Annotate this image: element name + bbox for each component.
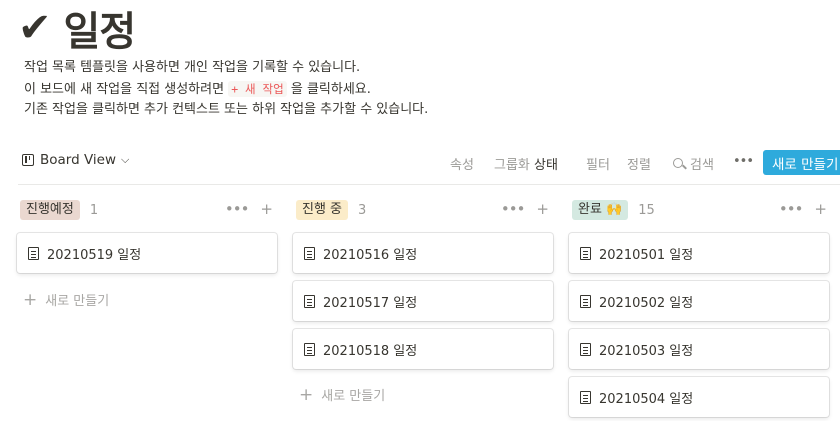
board-card[interactable]: 20210516 일정 bbox=[293, 233, 553, 273]
toolbar-divider bbox=[18, 184, 840, 185]
board-card[interactable]: 20210519 일정 bbox=[17, 233, 277, 273]
board-toolbar: Board View ⌵ 속성 그룹화 상태 필터 정렬 검색 ••• 새로 만… bbox=[0, 150, 840, 176]
search-button[interactable]: 검색 bbox=[673, 154, 714, 173]
card-title: 20210517 일정 bbox=[323, 295, 418, 311]
inline-code: + 새 작업 bbox=[228, 80, 287, 97]
column-count: 15 bbox=[638, 202, 655, 218]
more-options-icon[interactable]: ••• bbox=[501, 200, 526, 218]
column-header: 진행예정 1 ••• + bbox=[17, 196, 279, 224]
add-icon[interactable]: + bbox=[814, 200, 827, 218]
status-tag[interactable]: 진행예정 bbox=[20, 200, 80, 220]
board-icon bbox=[22, 154, 34, 166]
description-line-2: 이 보드에 새 작업을 직접 생성하려면 + 새 작업 을 클릭하세요. bbox=[24, 79, 428, 101]
status-tag[interactable]: 완료 🙌 bbox=[572, 200, 629, 220]
page-icon bbox=[304, 342, 315, 356]
board-column-done: 완료 🙌 15 ••• + 20210501 일정 20210502 일정 20… bbox=[569, 196, 831, 417]
view-selector[interactable]: Board View ⌵ bbox=[22, 152, 129, 168]
card-title: 20210502 일정 bbox=[599, 295, 694, 311]
card-title: 20210501 일정 bbox=[599, 247, 694, 263]
page-title: ✔ 일정 bbox=[18, 0, 137, 57]
add-new-label: 새로 만들기 bbox=[321, 389, 386, 404]
column-header: 진행 중 3 ••• + bbox=[293, 196, 555, 224]
group-by-value: 상태 bbox=[534, 158, 558, 173]
add-icon[interactable]: + bbox=[260, 200, 273, 218]
page-icon bbox=[304, 246, 315, 260]
more-options-icon[interactable]: ••• bbox=[733, 154, 754, 169]
column-actions: ••• + bbox=[501, 200, 549, 218]
card-title: 20210519 일정 bbox=[47, 247, 142, 263]
column-actions: ••• + bbox=[779, 200, 827, 218]
page-icon bbox=[580, 390, 591, 404]
board-card[interactable]: 20210502 일정 bbox=[569, 281, 829, 321]
new-button[interactable]: 새로 만들기 bbox=[763, 150, 840, 175]
add-new-card-button[interactable]: + 새로 만들기 bbox=[299, 385, 385, 404]
add-new-card-button[interactable]: + 새로 만들기 bbox=[23, 290, 109, 309]
board-column-planned: 진행예정 1 ••• + 20210519 일정 + 새로 만들기 bbox=[17, 196, 279, 309]
page-icon bbox=[580, 294, 591, 308]
sort-button[interactable]: 정렬 bbox=[627, 154, 651, 173]
card-title: 20210504 일정 bbox=[599, 391, 694, 407]
card-title: 20210516 일정 bbox=[323, 247, 418, 263]
page-icon bbox=[580, 246, 591, 260]
column-actions: ••• + bbox=[225, 200, 273, 218]
board-card[interactable]: 20210504 일정 bbox=[569, 377, 829, 417]
add-new-label: 새로 만들기 bbox=[45, 294, 110, 309]
column-header: 완료 🙌 15 ••• + bbox=[569, 196, 831, 224]
more-options-icon[interactable]: ••• bbox=[779, 200, 804, 218]
description-line-2-pre: 이 보드에 새 작업을 직접 생성하려면 bbox=[24, 81, 229, 97]
description-line-1: 작업 목록 템플릿을 사용하면 개인 작업을 기록할 수 있습니다. bbox=[24, 60, 361, 75]
page-icon bbox=[304, 294, 315, 308]
description-line-3: 기존 작업을 클릭하면 추가 컨텍스트 또는 하위 작업을 추가할 수 있습니다… bbox=[24, 102, 429, 117]
page-title-text[interactable]: 일정 bbox=[64, 0, 137, 57]
page-icon bbox=[580, 342, 591, 356]
board-column-in-progress: 진행 중 3 ••• + 20210516 일정 20210517 일정 202… bbox=[293, 196, 555, 404]
description-line-2-post: 을 클릭하세요. bbox=[286, 81, 371, 97]
add-icon[interactable]: + bbox=[536, 200, 549, 218]
board-card[interactable]: 20210518 일정 bbox=[293, 329, 553, 369]
board-card[interactable]: 20210503 일정 bbox=[569, 329, 829, 369]
more-options-icon[interactable]: ••• bbox=[225, 200, 250, 218]
card-title: 20210503 일정 bbox=[599, 343, 694, 359]
search-icon bbox=[673, 158, 686, 171]
filter-button[interactable]: 필터 bbox=[586, 154, 610, 173]
status-tag[interactable]: 진행 중 bbox=[296, 200, 349, 220]
board-card[interactable]: 20210517 일정 bbox=[293, 281, 553, 321]
checkmark-icon: ✔ bbox=[18, 5, 52, 51]
plus-icon: + bbox=[299, 384, 314, 405]
page-description: 작업 목록 템플릿을 사용하면 개인 작업을 기록할 수 있습니다. 이 보드에… bbox=[24, 58, 428, 121]
chevron-down-icon: ⌵ bbox=[121, 153, 130, 166]
plus-icon: + bbox=[23, 289, 38, 310]
board-card[interactable]: 20210501 일정 bbox=[569, 233, 829, 273]
view-label: Board View bbox=[40, 152, 117, 168]
card-title: 20210518 일정 bbox=[323, 343, 418, 359]
column-count: 3 bbox=[358, 202, 367, 218]
search-label: 검색 bbox=[690, 158, 714, 173]
page-icon bbox=[28, 246, 39, 260]
properties-button[interactable]: 속성 bbox=[450, 154, 474, 173]
group-by-button[interactable]: 그룹화 상태 bbox=[494, 154, 558, 173]
group-by-label: 그룹화 bbox=[494, 158, 530, 173]
column-count: 1 bbox=[89, 202, 99, 218]
